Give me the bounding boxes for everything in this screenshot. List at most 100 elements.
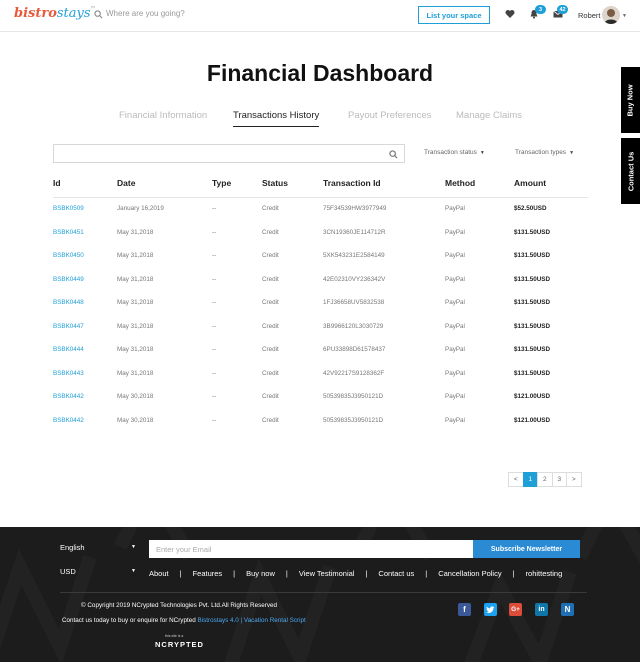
table-body: BSBK0509 January 16,2019 -- Credit 75F34539H… xyxy=(53,198,588,433)
pagination-page-1[interactable]: 1 xyxy=(522,472,538,487)
cell-method: PayPal xyxy=(445,275,465,283)
tab-payout-preferences[interactable]: Payout Preferences xyxy=(348,110,431,121)
contact-us-side-button[interactable]: Contact Us xyxy=(621,138,640,204)
search-icon[interactable] xyxy=(389,150,398,159)
avatar[interactable] xyxy=(602,6,620,24)
list-your-space-button[interactable]: List your space xyxy=(418,6,490,24)
location-search-input[interactable] xyxy=(106,9,266,18)
cell-amount: $52.50USD xyxy=(514,205,547,212)
cell-id[interactable]: BSBK0447 xyxy=(53,323,84,330)
transaction-types-dropdown[interactable]: Transaction types ▼ xyxy=(515,149,574,156)
cell-amount: $131.50USD xyxy=(514,299,551,306)
cell-method: PayPal xyxy=(445,346,465,353)
language-select[interactable]: English ▼ xyxy=(60,543,136,552)
pagination: < 1 2 3 > xyxy=(508,472,582,487)
pagination-prev-button[interactable]: < xyxy=(508,472,524,487)
search-icon xyxy=(94,10,103,19)
cell-id[interactable]: BSBK0450 xyxy=(53,252,84,259)
cell-status: Credit xyxy=(262,322,279,330)
table-row: BSBK0449 May 31,2018 -- Credit 42E02310VY236… xyxy=(53,269,588,293)
column-header-transaction-id: Transaction Id xyxy=(323,178,381,188)
ncrypted-n-icon[interactable]: N xyxy=(561,603,574,616)
cell-transaction-id: 3CN19360JE114712R xyxy=(323,228,386,236)
cell-id[interactable]: BSBK0444 xyxy=(53,346,84,353)
cell-status: Credit xyxy=(262,228,279,236)
cell-id[interactable]: BSBK0442 xyxy=(53,417,84,424)
cell-type: -- xyxy=(212,228,217,236)
linkedin-icon[interactable]: in xyxy=(535,603,548,616)
language-value: English xyxy=(60,543,85,552)
cell-transaction-id: 42V92217S9128362F xyxy=(323,369,385,377)
ncrypted-brand: NCRYPTED xyxy=(155,640,204,649)
vacation-rental-script-link[interactable]: Vacation Rental Script xyxy=(244,617,306,624)
cell-status: Credit xyxy=(262,275,279,283)
chevron-down-icon: ▼ xyxy=(569,150,575,156)
cell-date: May 31,2018 xyxy=(117,346,154,353)
tab-financial-information[interactable]: Financial Information xyxy=(119,110,207,121)
column-header-id: Id xyxy=(53,178,61,188)
footer-link-cancellation-policy[interactable]: Cancellation Policy xyxy=(438,569,501,578)
transaction-status-label: Transaction status xyxy=(424,149,477,156)
google-plus-icon[interactable]: G+ xyxy=(509,603,522,616)
transaction-search-input[interactable] xyxy=(58,148,378,160)
facebook-icon[interactable]: f xyxy=(458,603,471,616)
footer-link-features[interactable]: Features xyxy=(193,569,223,578)
chevron-down-icon: ▼ xyxy=(479,150,485,156)
ncrypted-logo[interactable]: this site is a NCRYPTED xyxy=(155,634,204,649)
cell-transaction-id: 50539835J3950121D xyxy=(323,416,384,424)
table-row: BSBK0443 May 31,2018 -- Credit 42V92217S9128… xyxy=(53,363,588,387)
tab-transactions-history[interactable]: Transactions History xyxy=(233,110,320,127)
cell-date: May 31,2018 xyxy=(117,275,154,283)
twitter-bird-icon xyxy=(486,605,495,613)
footer-link-contact-us[interactable]: Contact us xyxy=(378,569,414,578)
cell-method: PayPal xyxy=(445,228,465,236)
footer-link-about[interactable]: About xyxy=(149,569,169,578)
newsletter-email-input[interactable] xyxy=(149,540,473,558)
footer-link-separator: | xyxy=(365,569,368,578)
bistrostays-logo[interactable]: bistrostays™ xyxy=(14,6,96,21)
cell-date: May 30,2018 xyxy=(117,393,154,400)
footer-link-buy-now[interactable]: Buy now xyxy=(246,569,275,578)
currency-value: USD xyxy=(60,567,76,576)
column-header-type: Type xyxy=(212,178,232,188)
table-row: BSBK0451 May 31,2018 -- Credit 3CN19360JE114… xyxy=(53,222,588,246)
cell-type: -- xyxy=(212,346,217,353)
cell-amount: $131.50USD xyxy=(514,228,551,236)
cell-transaction-id: 50539835J3950121D xyxy=(323,393,384,400)
pagination-page-2[interactable]: 2 xyxy=(537,472,553,487)
subscribe-newsletter-button[interactable]: Subscribe Newsletter xyxy=(473,540,580,558)
cell-status: Credit xyxy=(262,205,279,212)
user-name[interactable]: Robert xyxy=(578,11,601,20)
copyright-text: © Copyright 2019 NCrypted Technologies P… xyxy=(81,602,277,609)
chevron-down-icon[interactable]: ▼ xyxy=(622,13,627,19)
cell-transaction-id: 42E02310VY236342V xyxy=(323,275,386,283)
cell-method: PayPal xyxy=(445,369,465,377)
cell-id[interactable]: BSBK0509 xyxy=(53,205,84,212)
table-row: BSBK0509 January 16,2019 -- Credit 75F34539H… xyxy=(53,198,588,222)
ncrypted-tagline: this site is a xyxy=(165,634,184,638)
twitter-icon[interactable] xyxy=(484,603,497,616)
transaction-status-dropdown[interactable]: Transaction status ▼ xyxy=(424,149,485,156)
contact-us-label: Contact Us xyxy=(626,151,635,191)
cell-id[interactable]: BSBK0442 xyxy=(53,393,84,400)
bistrostays-link[interactable]: Bistrostays 4.0 xyxy=(197,617,238,624)
footer-link-view-testimonial[interactable]: View Testimonial xyxy=(299,569,355,578)
footer-link-separator: | xyxy=(285,569,288,578)
tab-manage-claims[interactable]: Manage Claims xyxy=(456,110,522,121)
cell-transaction-id: 1FJ36658UV5832538 xyxy=(323,299,385,306)
cell-date: May 31,2018 xyxy=(117,299,154,306)
cell-id[interactable]: BSBK0451 xyxy=(53,229,84,236)
currency-select[interactable]: USD ▼ xyxy=(60,567,136,576)
cell-id[interactable]: BSBK0448 xyxy=(53,299,84,306)
cell-id[interactable]: BSBK0449 xyxy=(53,276,84,283)
footer-link-rohittesting[interactable]: rohittesting xyxy=(526,569,563,578)
cell-date: May 31,2018 xyxy=(117,228,154,236)
transaction-search-box xyxy=(53,144,405,163)
transactions-table: Id Date Type Status Transaction Id Metho… xyxy=(53,170,588,433)
pagination-page-3[interactable]: 3 xyxy=(551,472,567,487)
table-row: BSBK0444 May 31,2018 -- Credit 6PU33898D6157… xyxy=(53,339,588,363)
pagination-next-button[interactable]: > xyxy=(566,472,582,487)
cell-id[interactable]: BSBK0443 xyxy=(53,370,84,377)
heart-icon[interactable] xyxy=(505,9,515,19)
buy-now-label: Buy Now xyxy=(626,83,635,117)
